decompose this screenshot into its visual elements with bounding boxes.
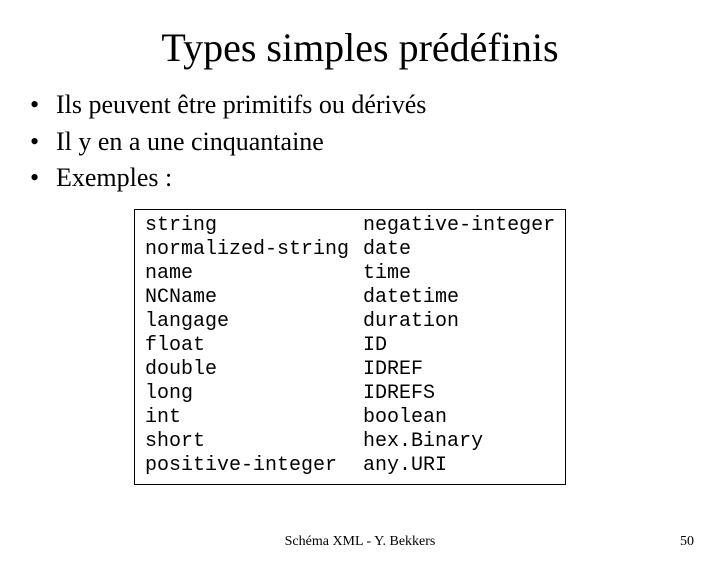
page-title: Types simples prédéfinis	[0, 24, 720, 71]
type-col-right: negative-integer date time datetime dura…	[359, 210, 565, 484]
bullet-item: Il y en a une cinquantaine	[30, 126, 720, 159]
bullet-item: Exemples :	[30, 162, 720, 195]
slide-number: 50	[680, 534, 694, 550]
type-table-wrap: string normalized-string name NCName lan…	[134, 209, 720, 490]
slide: Types simples prédéfinis Ils peuvent êtr…	[0, 24, 720, 564]
type-col-left: string normalized-string name NCName lan…	[135, 210, 359, 484]
type-table: string normalized-string name NCName lan…	[134, 209, 566, 485]
footer-author: Schéma XML - Y. Bekkers	[0, 534, 720, 550]
bullet-item: Ils peuvent être primitifs ou dérivés	[30, 89, 720, 122]
bullet-list: Ils peuvent être primitifs ou dérivés Il…	[30, 89, 720, 195]
